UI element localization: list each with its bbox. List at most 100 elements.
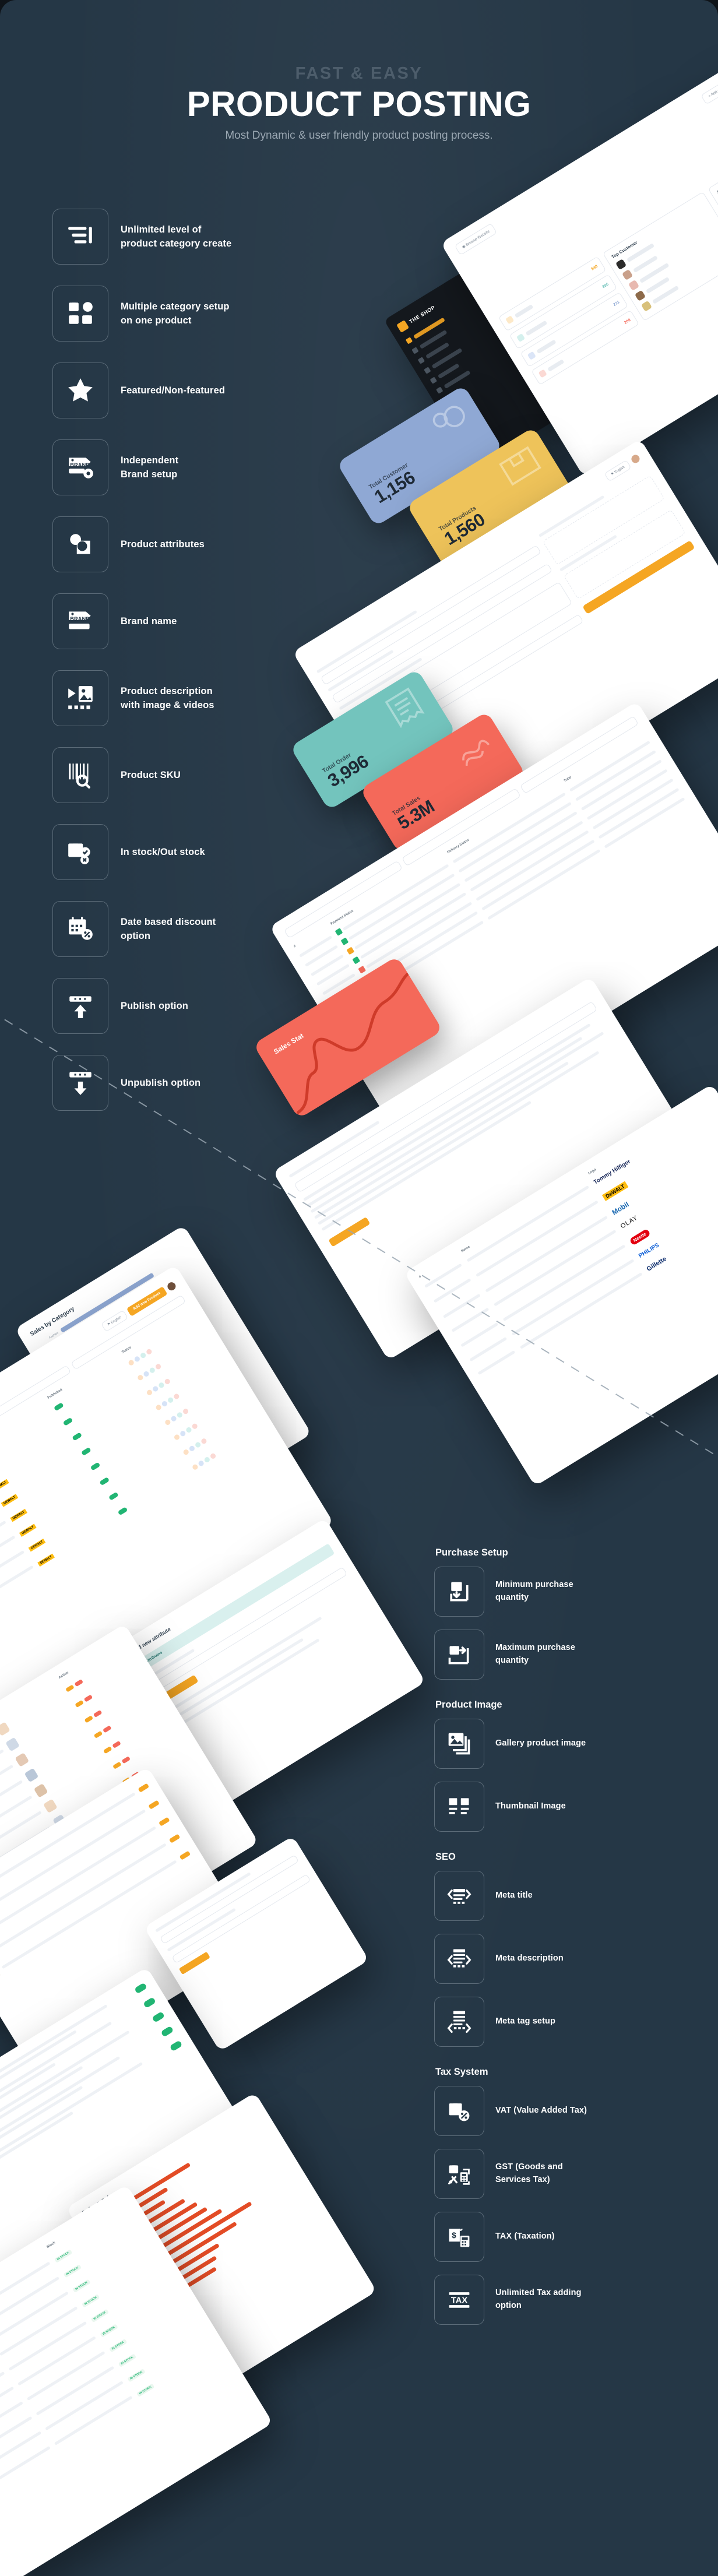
feature-label: In stock/Out stock: [121, 846, 205, 857]
browse-website-label: Browse Website: [465, 229, 491, 248]
page-header: FAST & EASY PRODUCT POSTING Most Dynamic…: [0, 64, 718, 142]
feature-item[interactable]: Independent Brand setup: [52, 439, 245, 495]
feature-item[interactable]: Unlimited level of product category creat…: [52, 209, 245, 265]
gallery-image-icon: [446, 1731, 472, 1757]
brand-logo-dewalt: DeWALT: [601, 1181, 629, 1202]
feature-label: Gallery product image: [495, 1739, 586, 1748]
feature-item[interactable]: Publish option: [52, 978, 245, 1034]
feature-item[interactable]: Minimum purchase quantity: [434, 1567, 667, 1617]
meta-tag-icon: [446, 2009, 472, 2035]
feature-label: Date based discount option: [121, 916, 216, 941]
unpublish-down-icon-box: [52, 1055, 108, 1111]
brand-tag-icon-box: [52, 593, 108, 649]
multi-category-icon: [66, 299, 95, 328]
brand-name-label: THE SHOP: [408, 304, 437, 325]
feature-group: SEO Meta title Meta description Meta tag se…: [434, 1852, 667, 2047]
stock-status-icon: [66, 837, 95, 867]
feature-item[interactable]: Unpublish option: [52, 1055, 245, 1111]
feature-item[interactable]: Featured/Non-featured: [52, 363, 245, 418]
gallery-image-icon-box: [434, 1719, 484, 1769]
min-quantity-icon-box: [434, 1567, 484, 1617]
star-icon: [66, 376, 95, 405]
page-subtitle: Most Dynamic & user friendly product pos…: [225, 129, 493, 142]
feature-label: VAT (Value Added Tax): [495, 2106, 587, 2116]
feature-label: Publish option: [121, 1000, 188, 1011]
customers-icon: [423, 397, 478, 451]
publish-up-icon-box: [52, 978, 108, 1034]
feature-item[interactable]: Thumbnail Image: [434, 1782, 667, 1832]
meta-title-icon-box: [434, 1871, 484, 1921]
calendar-discount-icon: [66, 914, 95, 944]
page-title: PRODUCT POSTING: [186, 85, 532, 124]
feature-group: Purchase Setup Minimum purchase quantity Ma…: [434, 1547, 667, 1680]
multi-category-icon-box: [52, 286, 108, 342]
feature-item[interactable]: Maximum purchase quantity: [434, 1630, 667, 1680]
attributes-icon: [66, 530, 95, 559]
thumbnail-image-icon: [446, 1794, 472, 1820]
unlimited-tax-icon: [446, 2287, 472, 2313]
feature-label: Minimum purchase quantity: [495, 1580, 573, 1602]
feature-label: Multiple category setup on one product: [121, 301, 230, 326]
feature-item[interactable]: Product SKU: [52, 747, 245, 803]
feature-item[interactable]: In stock/Out stock: [52, 824, 245, 880]
vat-icon-box: [434, 2086, 484, 2136]
feature-item[interactable]: Meta description: [434, 1934, 667, 1984]
feature-label: Independent Brand setup: [121, 455, 179, 480]
feature-item[interactable]: Unlimited Tax adding option: [434, 2275, 667, 2325]
feature-item[interactable]: VAT (Value Added Tax): [434, 2086, 667, 2136]
feature-group: Product Image Gallery product image Thumbn…: [434, 1699, 667, 1832]
thumbnail-image-icon-box: [434, 1782, 484, 1832]
feature-label: Product SKU: [121, 769, 181, 780]
feature-label: Featured/Non-featured: [121, 385, 226, 396]
eyebrow-text: FAST & EASY: [295, 64, 423, 83]
feature-item[interactable]: Brand name: [52, 593, 245, 649]
feature-item[interactable]: GST (Goods and Services Tax): [434, 2149, 667, 2199]
feature-item[interactable]: Gallery product image: [434, 1719, 667, 1769]
calendar-discount-icon-box: [52, 901, 108, 957]
left-feature-list: Unlimited level of product category creat…: [52, 209, 245, 1132]
star-icon-box: [52, 363, 108, 418]
feature-label: Unlimited Tax adding option: [495, 2288, 582, 2310]
feature-label: Unlimited level of product category creat…: [121, 224, 232, 249]
feature-item[interactable]: Meta tag setup: [434, 1997, 667, 2047]
stock-status-icon-box: [52, 824, 108, 880]
unpublish-down-icon: [66, 1068, 95, 1097]
meta-title-icon: [446, 1883, 472, 1909]
brand-logo-nestle: Nestle: [628, 1228, 651, 1246]
feature-label: Meta description: [495, 1954, 564, 1963]
feature-item[interactable]: Meta title: [434, 1871, 667, 1921]
feature-group-title: Purchase Setup: [435, 1547, 508, 1558]
taxation-icon-box: [434, 2212, 484, 2262]
max-quantity-icon-box: [434, 1630, 484, 1680]
publish-up-icon: [66, 991, 95, 1020]
barcode-search-icon-box: [52, 747, 108, 803]
attributes-icon-box: [52, 516, 108, 572]
feature-item[interactable]: TAX (Taxation): [434, 2212, 667, 2262]
brand-tag-icon: [66, 607, 95, 636]
meta-tag-icon-box: [434, 1997, 484, 2047]
feature-label: GST (Goods and Services Tax): [495, 2162, 563, 2184]
feature-group-title: SEO: [435, 1852, 456, 1862]
unlimited-tax-icon-box: [434, 2275, 484, 2325]
feature-label: Maximum purchase quantity: [495, 1643, 575, 1665]
feature-item[interactable]: Product attributes: [52, 516, 245, 572]
money-icon: [446, 723, 502, 777]
feature-label: Meta title: [495, 1891, 533, 1901]
meta-description-icon-box: [434, 1934, 484, 1984]
category-levels-icon-box: [52, 209, 108, 265]
feature-item[interactable]: Date based discount option: [52, 901, 245, 957]
receipt-icon: [376, 681, 432, 734]
feature-group: Tax System VAT (Value Added Tax) GST (Good…: [434, 2067, 667, 2325]
feature-label: Product description with image & videos: [121, 685, 214, 710]
media-description-icon: [66, 684, 95, 713]
vat-icon: [446, 2098, 472, 2124]
feature-item[interactable]: Product description with image & videos: [52, 670, 245, 726]
taxation-icon: [446, 2224, 472, 2250]
gst-icon-box: [434, 2149, 484, 2199]
feature-label: Brand name: [121, 615, 177, 627]
feature-group-title: Tax System: [435, 2067, 488, 2077]
max-quantity-icon: [446, 1642, 472, 1667]
feature-item[interactable]: Multiple category setup on one product: [52, 286, 245, 342]
brand-setup-icon: [66, 453, 95, 482]
feature-label: Product attributes: [121, 539, 205, 550]
